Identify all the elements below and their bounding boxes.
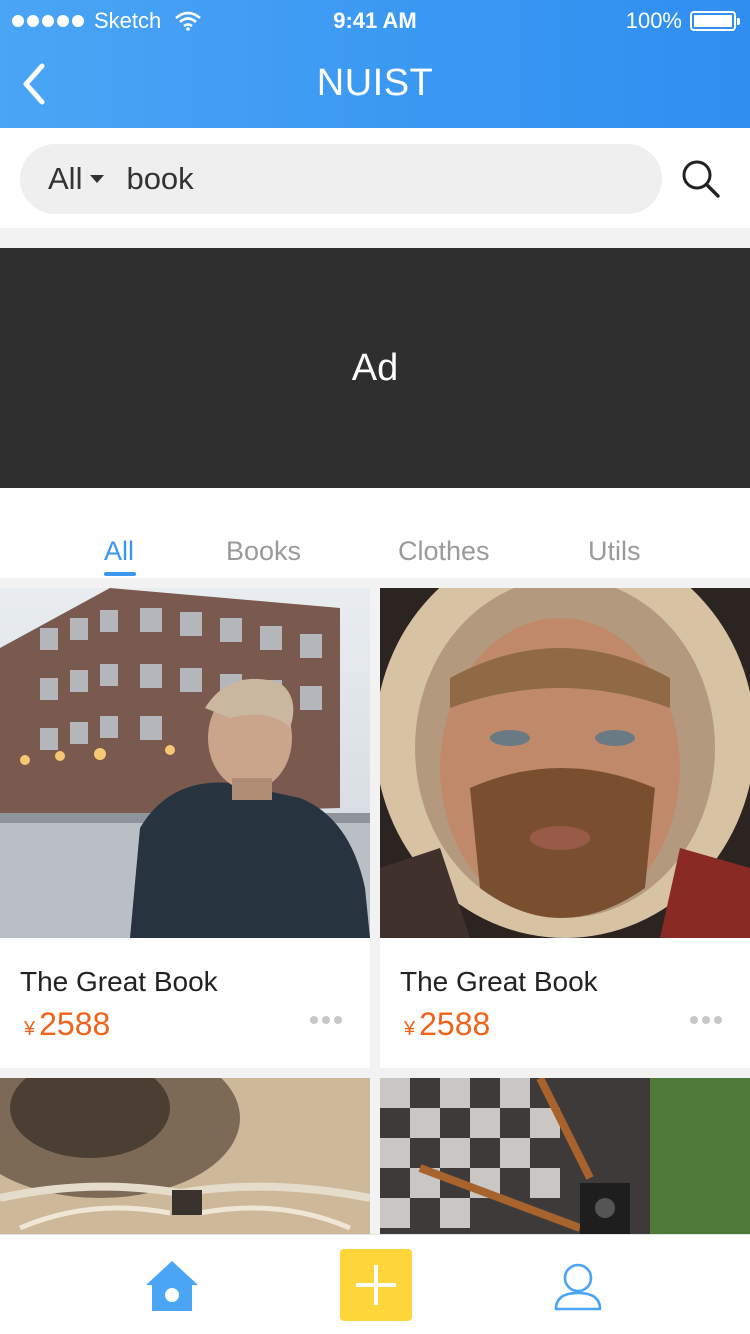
chevron-left-icon	[23, 63, 45, 105]
bottom-tab-bar	[0, 1234, 750, 1334]
product-image-bearded-man	[380, 588, 750, 938]
search-button[interactable]	[680, 158, 722, 200]
dot-icon	[702, 1016, 710, 1024]
caret-down-icon	[90, 175, 105, 183]
search-icon	[682, 160, 720, 198]
currency-symbol: ¥	[404, 1018, 416, 1040]
product-price: ¥ 2588	[404, 1006, 490, 1043]
product-name: The Great Book	[20, 966, 218, 997]
product-card[interactable]	[0, 1078, 370, 1234]
price-value: 2588	[39, 1006, 111, 1042]
active-tab-indicator	[104, 572, 136, 576]
dot-icon	[322, 1016, 330, 1024]
scope-label: All	[48, 161, 83, 196]
more-options-button[interactable]	[310, 1016, 342, 1024]
product-price: ¥ 2588	[24, 1006, 110, 1043]
app-header: Sketch 9:41 AM 100% NUIST	[0, 0, 750, 128]
product-image-plaid-camera	[380, 1078, 750, 1234]
home-icon	[146, 1261, 198, 1311]
product-name: The Great Book	[400, 966, 598, 997]
profile-tab-button[interactable]	[552, 1261, 604, 1313]
status-right: 100%	[625, 8, 740, 34]
dot-icon	[334, 1016, 342, 1024]
page-title: NUIST	[316, 62, 434, 104]
add-post-button[interactable]	[340, 1249, 412, 1321]
ad-label: Ad	[351, 346, 399, 389]
product-card[interactable]: The Great Book ¥ 2588	[0, 588, 370, 1068]
status-bar: Sketch 9:41 AM 100%	[0, 0, 750, 40]
more-options-button[interactable]	[690, 1016, 722, 1024]
home-tab-button[interactable]	[142, 1257, 202, 1317]
back-button[interactable]	[14, 60, 58, 108]
currency-symbol: ¥	[24, 1018, 36, 1040]
battery-icon	[690, 11, 740, 31]
price-value: 2588	[419, 1006, 491, 1042]
nav-bar: NUIST	[0, 40, 750, 128]
tab-all[interactable]: All	[104, 536, 134, 567]
search-input[interactable]	[126, 161, 547, 197]
search-area: All	[0, 128, 750, 228]
product-card[interactable]: The Great Book ¥ 2588	[380, 588, 750, 1068]
tab-utils[interactable]: Utils	[588, 536, 641, 567]
search-box: All	[20, 144, 662, 214]
ad-banner[interactable]: Ad	[0, 248, 750, 488]
user-icon	[554, 1263, 602, 1311]
product-image-cat-glasses	[0, 1078, 370, 1234]
battery-percent: 100%	[625, 8, 682, 33]
product-card[interactable]	[380, 1078, 750, 1234]
dot-icon	[690, 1016, 698, 1024]
category-tabs: All Books Clothes Utils	[0, 488, 750, 578]
dot-icon	[310, 1016, 318, 1024]
dot-icon	[714, 1016, 722, 1024]
scope-dropdown[interactable]: All	[48, 161, 105, 197]
tab-books[interactable]: Books	[226, 536, 301, 567]
tab-clothes[interactable]: Clothes	[398, 536, 490, 567]
product-image-man-city	[0, 588, 370, 938]
